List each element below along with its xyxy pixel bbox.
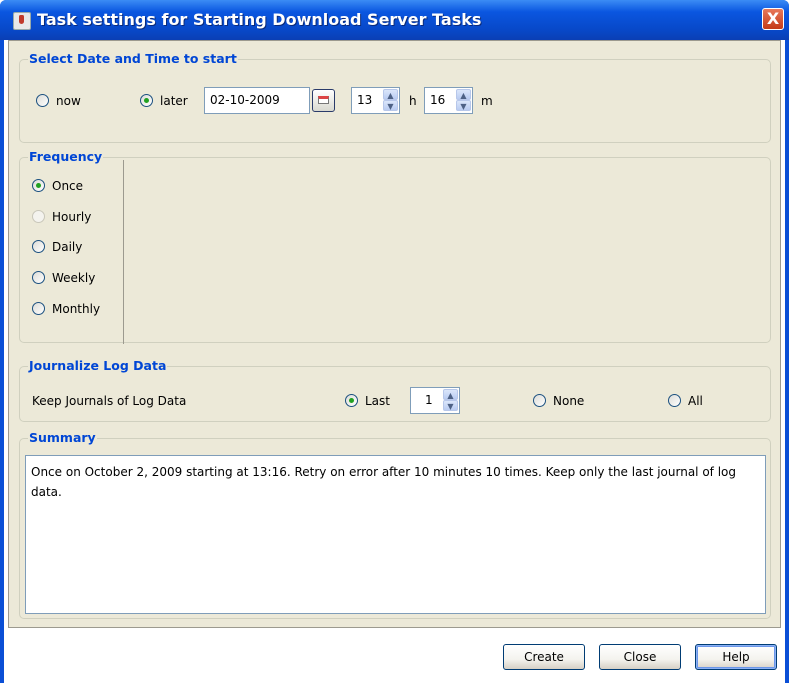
frequency-monthly-label[interactable]: Monthly	[52, 302, 100, 316]
frequency-once-label[interactable]: Once	[52, 179, 83, 193]
frequency-once-radio[interactable]	[32, 179, 45, 192]
window-title: Task settings for Starting Download Serv…	[37, 10, 482, 29]
create-button[interactable]: Create	[503, 644, 585, 670]
close-button-label: Close	[623, 650, 657, 664]
frequency-weekly-label[interactable]: Weekly	[52, 271, 95, 285]
journal-all-radio[interactable]	[668, 394, 681, 407]
close-window-button[interactable]: X	[762, 8, 784, 30]
later-label[interactable]: later	[160, 94, 188, 108]
spin-down-icon[interactable]: ▼	[443, 400, 458, 411]
date-input[interactable]: 02-10-2009	[204, 87, 310, 114]
journal-all-label[interactable]: All	[688, 394, 703, 408]
settings-panel: Select Date and Time to start now later …	[8, 40, 781, 628]
help-button[interactable]: Help	[695, 644, 777, 670]
create-button-label: Create	[524, 650, 564, 664]
journalize-legend: Journalize Log Data	[28, 358, 168, 373]
spin-up-icon[interactable]: ▲	[383, 89, 398, 100]
now-label[interactable]: now	[56, 94, 81, 108]
close-button[interactable]: Close	[599, 644, 681, 670]
journal-count-value: 1	[425, 393, 433, 407]
summary-legend: Summary	[28, 430, 97, 445]
date-value: 02-10-2009	[210, 93, 280, 107]
journal-none-label[interactable]: None	[553, 394, 584, 408]
minute-unit-label: m	[481, 94, 493, 108]
minute-spinner[interactable]: 16 ▲ ▼	[424, 87, 473, 114]
minute-spin-buttons[interactable]: ▲ ▼	[456, 89, 471, 112]
spin-up-icon[interactable]: ▲	[456, 89, 471, 100]
journal-spin-buttons[interactable]: ▲ ▼	[443, 389, 458, 412]
help-button-label: Help	[722, 650, 750, 664]
frequency-hourly-label: Hourly	[52, 210, 92, 224]
hour-value: 13	[357, 93, 373, 107]
start-time-group: Select Date and Time to start now later …	[19, 51, 771, 143]
summary-text: Once on October 2, 2009 starting at 13:1…	[31, 465, 736, 499]
journal-last-radio[interactable]	[345, 394, 358, 407]
spin-up-icon[interactable]: ▲	[443, 389, 458, 400]
journal-last-label[interactable]: Last	[365, 394, 390, 408]
frequency-divider	[123, 160, 124, 344]
minute-value: 16	[430, 93, 446, 107]
keep-journals-label: Keep Journals of Log Data	[32, 394, 187, 408]
summary-textarea[interactable]: Once on October 2, 2009 starting at 13:1…	[25, 455, 766, 614]
later-radio[interactable]	[140, 94, 153, 107]
hour-spin-buttons[interactable]: ▲ ▼	[383, 89, 398, 112]
frequency-weekly-radio[interactable]	[32, 271, 45, 284]
spin-down-icon[interactable]: ▼	[383, 100, 398, 111]
hour-unit-label: h	[409, 94, 417, 108]
hour-spinner[interactable]: 13 ▲ ▼	[351, 87, 400, 114]
dialog-window: Task settings for Starting Download Serv…	[0, 0, 789, 683]
journal-count-spinner[interactable]: 1 ▲ ▼	[410, 387, 460, 414]
summary-group: Summary Once on October 2, 2009 starting…	[19, 430, 771, 619]
title-bar[interactable]: Task settings for Starting Download Serv…	[0, 0, 789, 40]
frequency-monthly-radio[interactable]	[32, 302, 45, 315]
frequency-hourly-radio	[32, 210, 45, 223]
now-radio[interactable]	[36, 94, 49, 107]
journal-none-radio[interactable]	[533, 394, 546, 407]
frequency-legend: Frequency	[28, 149, 104, 164]
close-icon: X	[766, 9, 780, 28]
spin-down-icon[interactable]: ▼	[456, 100, 471, 111]
journalize-group: Journalize Log Data Keep Journals of Log…	[19, 358, 771, 422]
frequency-daily-radio[interactable]	[32, 240, 45, 253]
java-cup-icon	[13, 12, 31, 30]
frequency-daily-label[interactable]: Daily	[52, 240, 82, 254]
calendar-picker-button[interactable]	[312, 89, 335, 112]
dialog-client-area: Select Date and Time to start now later …	[4, 40, 785, 683]
start-time-legend: Select Date and Time to start	[28, 51, 238, 66]
frequency-group: Frequency Once Hourly Daily Weekly Month…	[19, 149, 771, 344]
